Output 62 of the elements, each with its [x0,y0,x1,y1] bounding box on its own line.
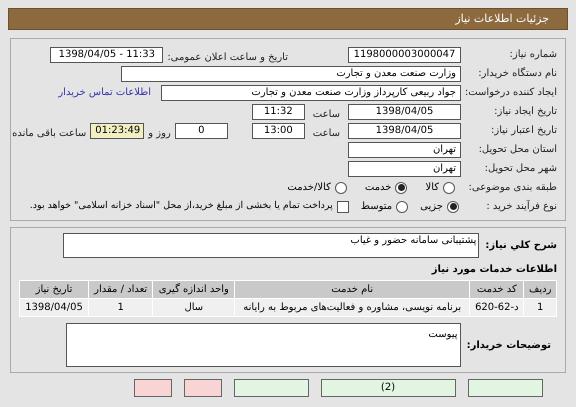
action-button[interactable] [234,379,308,397]
field-label: طبقه بندی موضوعی: [468,181,557,194]
text-field[interactable]: 1398/04/05 [348,104,461,120]
column-header: ردیف [524,280,556,298]
field-label: ساعت [312,128,340,138]
text-field[interactable]: 13:00 [252,122,305,138]
table-cell: برنامه نویسی، مشاوره و فعالیت‌های مربوط به رایانه [234,298,470,316]
text-field[interactable]: 1198000003000047 [348,46,461,62]
column-header: واحد اندازه گیری [152,280,235,298]
radio-label: کالا [425,181,439,195]
field-label: تاریخ و ساعت اعلان عمومی: [167,52,288,62]
radio-button[interactable] [443,182,455,194]
text-field[interactable]: تهران [348,160,461,176]
radio-label: جزیی [420,200,443,214]
radio-button[interactable] [396,200,408,212]
contact-link[interactable]: اطلاعات تماس خریدار [58,85,151,100]
notes-field[interactable]: پیوست [66,323,461,367]
field-label: روز و [148,128,171,138]
table-cell: 1398/04/05 [20,298,89,316]
radio-label: متوسط [360,200,392,214]
column-header: تعداد / مقدار [88,280,153,298]
text-field[interactable]: جواد ربیعی کارپرداز وزارت صنعت معدن و تجارت [161,84,461,100]
radio-label: خدمت [364,181,392,195]
action-button[interactable] [184,379,222,397]
field-label: شماره نیاز: [508,48,557,61]
column-header: نام خدمت [234,280,470,298]
table-cell: سال [152,298,235,316]
table-cell: 1 [88,298,153,316]
text-field[interactable]: 1398/04/05 [348,122,461,138]
field-label: تاریخ اعتبار نیاز: [490,124,557,137]
field-label: شهر محل تحویل: [484,162,557,175]
field-label: نوع فرآیند خرید : [485,200,557,213]
text-field[interactable]: 1398/04/05 - 11:33 [50,46,164,62]
radio-button[interactable] [395,182,408,194]
field-label: شرح کلي نیاز: [485,239,557,252]
field-label: ساعت [312,108,340,120]
radio-label: کالا/خدمت [287,181,331,195]
radio-button[interactable] [334,182,347,194]
action-button[interactable] [468,379,542,397]
text-field[interactable]: تهران [348,142,461,158]
section-title: اطلاعات خدمات مورد نیاز [432,263,557,276]
page-title: جزئیات اطلاعات نیاز [455,10,549,27]
action-button[interactable] [134,379,172,397]
text-field[interactable]: 11:32 [252,104,305,120]
text-field[interactable]: وزارت صنعت معدن و تجارت [121,66,461,82]
column-header: تاریخ نیاز [20,280,89,298]
field-label: توضیحات خریدار: [466,338,551,352]
checkbox-label: پرداخت تمام یا بخشی از مبلغ خرید،از محل "اسناد خزانه اسلامی" خواهد بود. [30,199,333,214]
field-label: ایجاد کننده درخواست: [464,86,557,99]
table-cell: 1 [524,298,556,316]
column-header: کد خدمت [470,280,524,298]
field-label: استان محل تحویل: [478,143,557,156]
checkbox[interactable] [336,200,349,212]
radio-button[interactable] [447,200,459,212]
field-label: ساعت باقی مانده [12,128,86,138]
action-button[interactable]: (2) [320,379,456,397]
description-field[interactable]: پشتیبانی سامانه حضور و غیاب [63,233,480,258]
table-cell: د-62-620 [470,298,524,316]
field-label: نام دستگاه خریدار: [477,67,557,80]
text-field[interactable]: 01:23:49 [90,122,144,138]
text-field[interactable]: 0 [174,122,228,138]
field-label: تاریخ ایجاد نیاز: [493,105,557,118]
